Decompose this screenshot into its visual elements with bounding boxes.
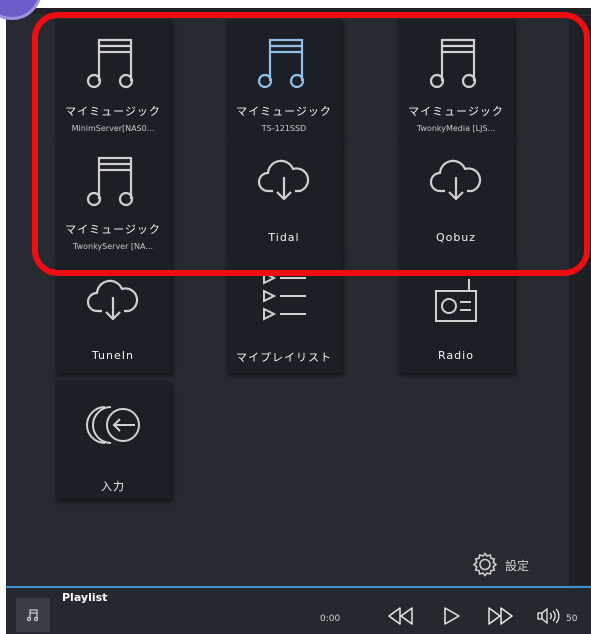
radio-icon	[398, 273, 514, 329]
next-button[interactable]	[486, 605, 516, 627]
settings-label: 設定	[505, 558, 530, 573]
play-button[interactable]	[440, 605, 464, 627]
play-icon	[444, 607, 460, 625]
tile-title: TuneIn	[92, 349, 134, 362]
player-bar: Playlist 0:00 50	[6, 586, 591, 634]
tile-title: 入力	[101, 480, 125, 493]
previous-button[interactable]	[385, 605, 415, 627]
playlist-title: Playlist	[62, 591, 108, 604]
progress-bar[interactable]	[6, 586, 591, 588]
cloud-download-icon	[55, 273, 171, 329]
app-window: マイミュージック MinimServer[NAS0... マイミュージック TS…	[6, 8, 591, 634]
next-icon	[488, 607, 513, 625]
tile-title: Radio	[438, 349, 474, 362]
highlight-frame	[32, 12, 590, 276]
album-thumbnail[interactable]	[16, 598, 50, 632]
tile-input[interactable]: 入力	[55, 381, 171, 499]
volume-button[interactable]	[535, 607, 563, 625]
tile-title: マイプレイリスト	[236, 351, 332, 364]
previous-icon	[388, 607, 413, 625]
music-note-icon	[26, 609, 39, 622]
volume-level: 50	[566, 614, 578, 624]
volume-icon	[537, 608, 560, 624]
elapsed-time: 0:00	[320, 614, 341, 624]
gear-icon	[472, 552, 498, 577]
input-icon	[55, 395, 171, 451]
settings-button[interactable]: 設定	[472, 552, 529, 578]
